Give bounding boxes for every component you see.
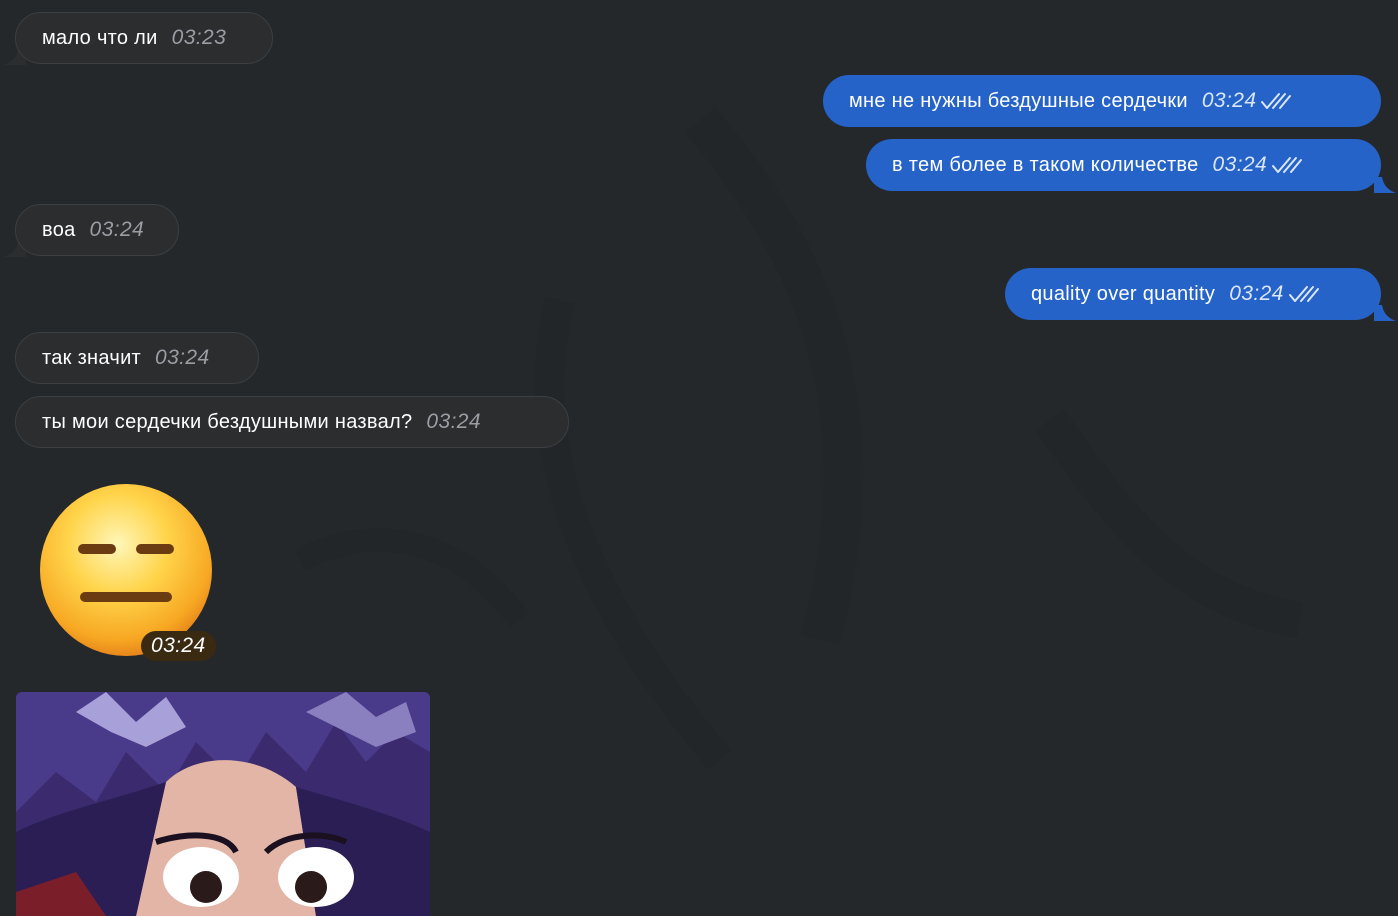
message-text: в тем более в таком количестве bbox=[892, 153, 1199, 176]
message-bubble[interactable]: воа 03:24 bbox=[15, 204, 179, 256]
message-text: так значит bbox=[42, 346, 142, 369]
message-time: 03:24 bbox=[1212, 153, 1268, 176]
double-check-icon bbox=[1261, 93, 1292, 109]
double-check-icon bbox=[1272, 157, 1303, 173]
photo-message[interactable] bbox=[16, 692, 430, 916]
message-bubble[interactable]: ты мои сердечки бездушными назвал? 03:24 bbox=[15, 396, 569, 448]
double-check-icon bbox=[1288, 286, 1319, 302]
message-time: 03:24 bbox=[89, 218, 145, 241]
message-time: 03:24 bbox=[426, 410, 481, 433]
message-bubble[interactable]: мало что ли 03:23 bbox=[15, 12, 273, 64]
message-time: 03:24 bbox=[141, 631, 216, 661]
message-text: воа bbox=[42, 218, 76, 241]
message-text: quality over quantity bbox=[1031, 282, 1216, 305]
message-text: мало что ли bbox=[42, 26, 158, 49]
message-time: 03:24 bbox=[155, 346, 210, 369]
message-time: 03:24 bbox=[1229, 282, 1284, 305]
message-text: мне не нужны бездушные сердечки bbox=[849, 89, 1188, 112]
message-time: 03:24 bbox=[1201, 89, 1257, 112]
message-text: ты мои сердечки бездушными назвал? bbox=[42, 410, 413, 433]
message-bubble[interactable]: quality over quantity 03:24 bbox=[1005, 268, 1381, 320]
message-bubble[interactable]: мне не нужны бездушные сердечки 03:24 bbox=[823, 75, 1381, 127]
bubble-tail bbox=[1374, 177, 1396, 193]
message-bubble[interactable]: в тем более в таком количестве 03:24 bbox=[866, 139, 1381, 191]
anime-character-photo-icon bbox=[16, 692, 430, 916]
message-time: 03:23 bbox=[171, 26, 227, 49]
message-bubble[interactable]: так значит 03:24 bbox=[15, 332, 259, 384]
bubble-tail bbox=[1374, 305, 1396, 321]
